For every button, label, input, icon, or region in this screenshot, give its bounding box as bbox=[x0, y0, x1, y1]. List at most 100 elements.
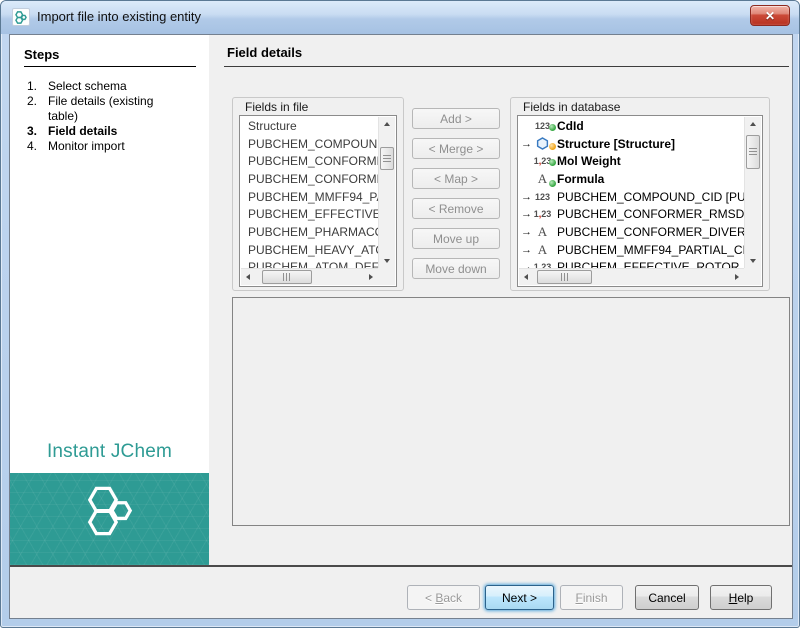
close-icon: ✕ bbox=[764, 8, 776, 23]
scroll-down-icon[interactable] bbox=[379, 253, 395, 268]
scroll-right-icon[interactable] bbox=[729, 269, 744, 285]
list-item[interactable]: PUBCHEM_HEAVY_ATOM_COUNT bbox=[241, 241, 378, 259]
move-up-button[interactable]: Move up bbox=[412, 228, 500, 249]
transfer-button-label: < Map > bbox=[433, 171, 479, 186]
mapped-arrow-icon: → bbox=[521, 190, 532, 203]
brand-logo-block bbox=[10, 473, 209, 565]
scroll-right-icon[interactable] bbox=[363, 269, 378, 285]
scrollbar-thumb[interactable] bbox=[380, 147, 394, 170]
scrollbar-thumb[interactable] bbox=[746, 135, 760, 169]
list-item[interactable]: → Structure [Structure] bbox=[519, 135, 744, 153]
text-type-icon: A bbox=[537, 223, 548, 239]
list-item[interactable]: 1,23 Mol Weight bbox=[519, 152, 744, 170]
list-item[interactable]: 123 CdId bbox=[519, 117, 744, 135]
close-button[interactable]: ✕ bbox=[750, 5, 790, 26]
scroll-left-icon[interactable] bbox=[519, 269, 534, 285]
cancel-button[interactable]: Cancel bbox=[635, 585, 699, 610]
step-label: Select schema bbox=[48, 79, 127, 93]
map-button[interactable]: < Map > bbox=[412, 168, 500, 189]
list-item[interactable]: A Formula bbox=[519, 170, 744, 188]
field-label: PUBCHEM_CONFORMER_RMSD [PUBCHEM_CONFORME… bbox=[557, 207, 744, 222]
add-button[interactable]: Add > bbox=[412, 108, 500, 129]
step-label: File details (existing table) bbox=[48, 94, 154, 123]
horizontal-scrollbar[interactable] bbox=[519, 268, 744, 285]
app-logo-icon bbox=[12, 8, 30, 26]
list-item[interactable]: PUBCHEM_CONFORMER_RMSD bbox=[241, 152, 378, 170]
mapped-arrow-icon: → bbox=[521, 137, 532, 150]
list-item[interactable]: Structure bbox=[241, 117, 378, 135]
scroll-down-icon[interactable] bbox=[745, 253, 761, 268]
steps-list: 1. Select schema 2. File details (existi… bbox=[22, 79, 202, 154]
remove-button[interactable]: < Remove bbox=[412, 198, 500, 219]
field-label: PUBCHEM_EFFECTIVE_ROTOR_COUNT [PUBCHEM_E… bbox=[557, 260, 744, 268]
list-item[interactable]: PUBCHEM_ATOM_DEF_STEREO_COUNT bbox=[241, 259, 378, 268]
next-button[interactable]: Next > bbox=[485, 585, 554, 610]
orange-status-dot-icon bbox=[549, 143, 556, 151]
list-item[interactable]: → 1,23 PUBCHEM_EFFECTIVE_ROTOR_COUNT [PU… bbox=[519, 259, 744, 268]
list-item[interactable]: PUBCHEM_CONFORMER_DIVERSEORDER bbox=[241, 170, 378, 188]
integer-type-icon: 123 bbox=[531, 121, 556, 131]
fields-in-database-label: Fields in database bbox=[523, 100, 621, 114]
step-label: Monitor import bbox=[48, 139, 125, 153]
brand-text: Instant JChem bbox=[46, 441, 173, 462]
fields-in-database-list[interactable]: 123 CdId → Structure [Structure] 1,23 Mo… bbox=[517, 115, 763, 287]
button-label-post: inish bbox=[582, 590, 608, 605]
scrollbar-thumb[interactable] bbox=[537, 270, 592, 284]
field-label: CdId bbox=[557, 118, 584, 133]
field-label: Structure bbox=[248, 118, 297, 133]
list-item[interactable]: PUBCHEM_PHARMACOPHORE_FEATURES bbox=[241, 223, 378, 241]
list-item[interactable]: PUBCHEM_EFFECTIVE_ROTOR_COUNT bbox=[241, 205, 378, 223]
button-label-post: elp bbox=[737, 590, 754, 605]
structure-type-icon bbox=[531, 137, 556, 151]
vertical-scrollbar[interactable] bbox=[744, 117, 761, 268]
fields-in-database-rows: 123 CdId → Structure [Structure] 1,23 Mo… bbox=[519, 117, 744, 268]
step-item: 2. File details (existing table) bbox=[22, 94, 202, 124]
field-label: Mol Weight bbox=[557, 154, 621, 169]
button-label-pre: < bbox=[424, 590, 436, 605]
transfer-buttons: Add > < Merge > < Map > < Remove Move up… bbox=[412, 108, 500, 279]
transfer-button-label: < Remove bbox=[428, 201, 484, 216]
step-item: 1. Select schema bbox=[22, 79, 202, 94]
hexagons-logo-icon bbox=[87, 486, 132, 536]
scroll-left-icon[interactable] bbox=[241, 269, 256, 285]
field-label: PUBCHEM_MMFF94_PARTIAL_CHARGES [PUBCHEM_… bbox=[557, 242, 744, 257]
list-item[interactable]: → A PUBCHEM_CONFORMER_DIVERSEORDER [PUBC… bbox=[519, 223, 744, 241]
scroll-up-icon[interactable] bbox=[379, 117, 395, 132]
move-down-button[interactable]: Move down bbox=[412, 258, 500, 279]
titlebar[interactable]: Import file into existing entity ✕ bbox=[1, 1, 799, 34]
decimal-type-icon: 1,23 bbox=[531, 156, 556, 167]
mapped-arrow-icon: → bbox=[521, 208, 532, 221]
field-label: PUBCHEM_EFFECTIVE_ROTOR_COUNT bbox=[248, 207, 378, 222]
back-button[interactable]: < Back bbox=[407, 585, 480, 610]
field-label: PUBCHEM_CONFORMER_DIVERSEORDER [PUBCHEM_… bbox=[557, 224, 744, 239]
transfer-button-label: Move up bbox=[432, 231, 480, 246]
decimal-type-icon: 1,23 bbox=[533, 209, 552, 220]
step-item: 3. Field details bbox=[22, 124, 202, 139]
step-label: Field details bbox=[48, 124, 118, 138]
green-status-dot-icon bbox=[549, 123, 556, 131]
scrollbar-corner bbox=[378, 268, 395, 285]
help-button[interactable]: Help bbox=[710, 585, 772, 610]
finish-button[interactable]: Finish bbox=[560, 585, 623, 610]
list-item[interactable]: → A PUBCHEM_MMFF94_PARTIAL_CHARGES [PUBC… bbox=[519, 241, 744, 259]
fields-in-database-group: Fields in database 123 CdId → Structure … bbox=[510, 97, 770, 291]
scroll-up-icon[interactable] bbox=[745, 117, 761, 132]
transfer-button-label: Move down bbox=[425, 261, 487, 276]
vertical-scrollbar[interactable] bbox=[378, 117, 395, 268]
page-title: Field details bbox=[227, 45, 303, 60]
steps-heading: Steps bbox=[24, 47, 60, 62]
merge-button[interactable]: < Merge > bbox=[412, 138, 500, 159]
step-number: 3. bbox=[27, 124, 38, 138]
steps-heading-rule bbox=[24, 66, 196, 67]
button-accel: F bbox=[575, 590, 583, 605]
list-item[interactable]: PUBCHEM_MMFF94_PARTIAL_CHARGES bbox=[241, 188, 378, 206]
field-label: PUBCHEM_COMPOUND_CID bbox=[248, 136, 378, 151]
horizontal-scrollbar[interactable] bbox=[241, 268, 378, 285]
fields-in-file-list[interactable]: Structure PUBCHEM_COMPOUND_CID PUBCHEM_C… bbox=[239, 115, 397, 287]
list-item[interactable]: → 123 PUBCHEM_COMPOUND_CID [PUBCHEM_COMP… bbox=[519, 188, 744, 206]
structure-icon bbox=[536, 137, 549, 150]
field-detail-panel bbox=[232, 297, 790, 526]
list-item[interactable]: PUBCHEM_COMPOUND_CID bbox=[241, 135, 378, 153]
scrollbar-thumb[interactable] bbox=[262, 270, 312, 284]
list-item[interactable]: → 1,23 PUBCHEM_CONFORMER_RMSD [PUBCHEM_C… bbox=[519, 205, 744, 223]
